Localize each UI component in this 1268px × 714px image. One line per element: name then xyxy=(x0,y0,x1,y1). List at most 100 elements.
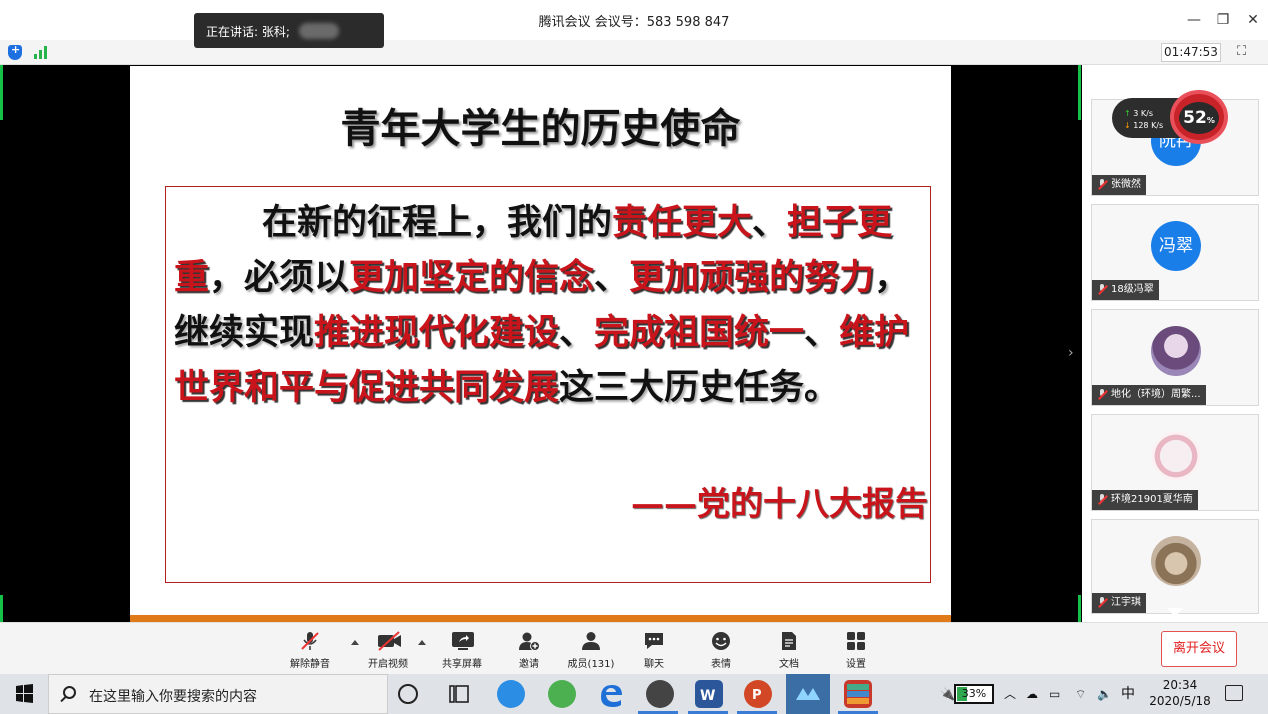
participant-name-bar: 张微然 xyxy=(1092,175,1146,195)
emoji-button[interactable]: 表情 xyxy=(691,629,751,673)
mic-muted-icon xyxy=(1097,388,1107,400)
slide-plain-text: 、 xyxy=(559,312,595,353)
tencent-meeting-app-icon[interactable] xyxy=(786,674,830,714)
cloud-icon[interactable]: ☁ xyxy=(1026,674,1038,714)
unmute-label: 解除静音 xyxy=(290,659,330,670)
participant-name: 张微然 xyxy=(1111,179,1141,190)
share-screen-label: 共享屏幕 xyxy=(442,659,482,670)
mic-muted-icon xyxy=(1097,283,1107,295)
screen: 腾讯会议 会议号：583 598 847 — ❐ ✕ 正在讲话: 张科; 01:… xyxy=(0,0,1268,714)
wifi-icon[interactable]: ⌔ xyxy=(1075,674,1086,714)
windows-taskbar: 在这里输入你要搜索的内容 W P 🔌 33% ︿ ☁ ▭ ⌔ 🔈 中 20:34… xyxy=(0,674,1268,714)
participant-name-bar: 地化（环境）周繁... xyxy=(1092,385,1206,405)
task-view-icon[interactable] xyxy=(448,683,470,705)
leave-meeting-button[interactable]: 离开会议 xyxy=(1161,631,1237,667)
volume-icon[interactable]: 🔈 xyxy=(1097,674,1112,714)
blurred-name xyxy=(299,23,339,39)
fullscreen-icon[interactable]: ⛶ xyxy=(1237,44,1251,59)
video-options-caret-icon[interactable] xyxy=(418,640,426,645)
members-button[interactable]: 成员(131) xyxy=(561,629,621,673)
start-video-label: 开启视频 xyxy=(368,659,408,670)
power-plug-icon[interactable]: 🔌 xyxy=(940,674,955,714)
close-button[interactable]: ✕ xyxy=(1241,8,1265,32)
meeting-timer: 01:47:53 xyxy=(1161,43,1221,62)
user-photo-app-icon[interactable] xyxy=(646,680,674,708)
participant-name-bar: 环境21901夏华南 xyxy=(1092,490,1198,510)
unmute-button[interactable]: 解除静音 xyxy=(280,629,340,673)
taskbar-clock[interactable]: 20:34 2020/5/18 xyxy=(1140,677,1220,709)
network-speed-widget[interactable]: ↑ 3 K/s ↓ 128 K/s 52% xyxy=(1112,90,1228,144)
share-screen-button[interactable]: 共享屏幕 xyxy=(432,629,492,673)
mic-muted-icon xyxy=(1097,596,1107,608)
chat-icon xyxy=(643,631,665,651)
cpu-value: 52 xyxy=(1183,108,1207,128)
chat-button[interactable]: 聊天 xyxy=(624,629,684,673)
slide-plain-text: ，必须以 xyxy=(209,257,350,298)
chevron-right-icon[interactable]: › xyxy=(1068,345,1074,361)
meeting-info-bar: 01:47:53 ⛶ xyxy=(0,40,1268,65)
slide-body-text: 在新的征程上，我们的责任更大、担子更重，必须以更加坚定的信念、更加顽强的努力，继… xyxy=(174,195,924,415)
slide-plain-text: 、 xyxy=(594,257,630,298)
minimize-button[interactable]: — xyxy=(1182,8,1206,32)
docs-button[interactable]: 文档 xyxy=(759,629,819,673)
powerpoint-app-icon[interactable]: P xyxy=(744,680,772,708)
mic-muted-icon xyxy=(299,631,321,651)
start-video-button[interactable]: 开启视频 xyxy=(358,629,418,673)
emoji-icon xyxy=(710,631,732,651)
participant-name-bar: 江宇琪 xyxy=(1092,593,1146,613)
battery-percent: 33% xyxy=(961,687,987,700)
participant-tile[interactable]: 地化（环境）周繁... xyxy=(1091,309,1259,406)
svg-text:W: W xyxy=(700,688,715,704)
slide-plain-text: 这三大历史任务。 xyxy=(559,367,840,408)
slide-emphasis-text: 责任更大 xyxy=(612,202,753,243)
security-shield-icon[interactable] xyxy=(8,43,22,60)
slide-plain-text: 、 xyxy=(804,312,840,353)
participant-name: 18级冯翠 xyxy=(1111,284,1154,295)
battery-status-icon[interactable]: ▭ xyxy=(1049,674,1060,714)
participant-name: 环境21901夏华南 xyxy=(1111,494,1193,505)
avatar xyxy=(1151,431,1201,481)
restore-button[interactable]: ❐ xyxy=(1211,8,1235,32)
presentation-slide: 青年大学生的历史使命 在新的征程上，我们的责任更大、担子更重，必须以更加坚定的信… xyxy=(130,66,951,622)
apps-grid-icon xyxy=(845,631,867,651)
scroll-down-arrow-icon[interactable] xyxy=(1167,608,1183,617)
document-icon xyxy=(778,631,800,651)
participant-tile[interactable]: 冯翠 18级冯翠 xyxy=(1091,204,1259,301)
clock-app-icon[interactable] xyxy=(497,680,525,708)
notification-icon[interactable] xyxy=(1225,685,1243,701)
winrar-app-icon[interactable] xyxy=(844,680,872,708)
members-icon xyxy=(580,631,602,651)
participant-tile[interactable]: 江宇琪 xyxy=(1091,519,1259,614)
mic-muted-icon xyxy=(1097,178,1107,190)
ime-indicator[interactable]: 中 xyxy=(1121,674,1135,714)
meeting-toolbar: 解除静音 开启视频 共享屏幕 邀请 成员(131) 聊天 表情 文档 设置 离开… xyxy=(0,622,1268,674)
mic-muted-icon xyxy=(1097,493,1107,505)
settings-label: 设置 xyxy=(846,659,866,670)
speaker-indicator: 正在讲话: 张科; xyxy=(194,13,384,48)
participant-name-bar: 18级冯翠 xyxy=(1092,280,1159,300)
word-app-icon[interactable]: W xyxy=(695,680,723,708)
avatar xyxy=(1151,326,1201,376)
taskbar-search[interactable]: 在这里输入你要搜索的内容 xyxy=(48,674,388,714)
share-screen-icon xyxy=(451,631,474,651)
scroll-up-arrow-icon[interactable] xyxy=(1167,81,1183,90)
signal-strength-icon[interactable] xyxy=(34,46,50,59)
window-title: 腾讯会议 会议号：583 598 847 xyxy=(538,15,730,30)
slide-plain-text: 、 xyxy=(752,202,788,243)
avatar xyxy=(1151,536,1201,586)
settings-button[interactable]: 设置 xyxy=(826,629,886,673)
camera-off-icon xyxy=(377,631,401,651)
start-button[interactable] xyxy=(0,674,48,714)
chevron-up-icon[interactable]: ︿ xyxy=(1004,674,1016,714)
cortana-icon[interactable] xyxy=(398,684,418,704)
participant-tile[interactable]: 环境21901夏华南 xyxy=(1091,414,1259,511)
slide-title: 青年大学生的历史使命 xyxy=(340,105,741,152)
edge-browser-icon[interactable] xyxy=(597,681,625,709)
invite-button[interactable]: 邀请 xyxy=(499,629,559,673)
slide-footer-stripe xyxy=(130,615,951,622)
browser-360-icon[interactable] xyxy=(548,680,576,708)
participant-name: 江宇琪 xyxy=(1111,597,1141,608)
members-label: 成员(131) xyxy=(567,659,615,670)
slide-emphasis-text: 推进现代化建设 xyxy=(314,312,560,353)
battery-indicator[interactable]: 33% xyxy=(954,684,994,704)
